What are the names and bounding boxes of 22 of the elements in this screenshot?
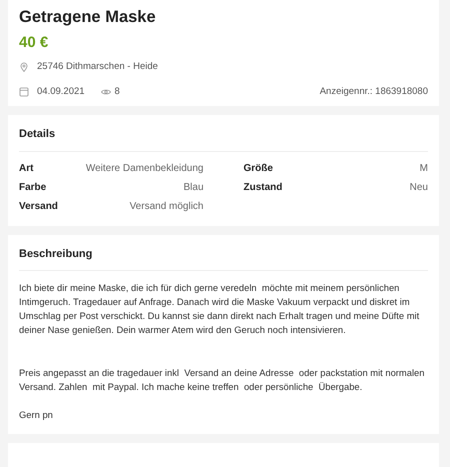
attribute-label: Versand (19, 200, 58, 213)
attribute-value: Weitere Damenbekleidung (86, 162, 204, 175)
attribute-label: Größe (244, 162, 273, 175)
eye-icon (100, 87, 111, 98)
attribute-label: Zustand (244, 180, 282, 194)
attribute-value: Versand möglich (130, 200, 204, 213)
location-text: 25746 Dithmarschen - Heide (37, 60, 158, 74)
section-heading: Beschreibung (19, 242, 428, 272)
attribute-label: Art (19, 162, 34, 175)
calendar-icon (19, 87, 29, 98)
ad-number: Anzeigennr.: 1863918080 (320, 86, 428, 98)
section-heading: Details (19, 123, 428, 152)
attribute-value: Neu (410, 180, 428, 194)
attribute-value: Blau (183, 180, 204, 194)
location-pin-icon (19, 62, 29, 72)
attribute-label: Farbe (19, 180, 46, 194)
attribute-value: M (420, 162, 428, 175)
description-text: Ich biete dir meine Maske, die ich für dich gerne veredeln möchte mit meinem persönlichen Intimgeruch. Tragedauer auf Anfrage. Danach wird die Maske Vakuum verpackt und diskret im Umschlag per Post verschickt. Du kannst sie dann direkt nach Erhalt tragen und meine Düfte mit deiner Nase genießen. Dein warmer Atem wird den Geruch noch intensivieren. Preis angepasst an die tragedauer inkl Versand an deine Adresse oder packstation mit normalen Versand. Zahlen mit Paypal. Ich mache keine treffen oder persönliche Übergabe. Gern pn (19, 281, 426, 422)
date-text: 04.09.2021 (37, 86, 85, 98)
listing-title: Getragene Maske (19, 8, 157, 28)
price: 40 € (19, 34, 50, 52)
view-count: 8 (114, 86, 120, 98)
